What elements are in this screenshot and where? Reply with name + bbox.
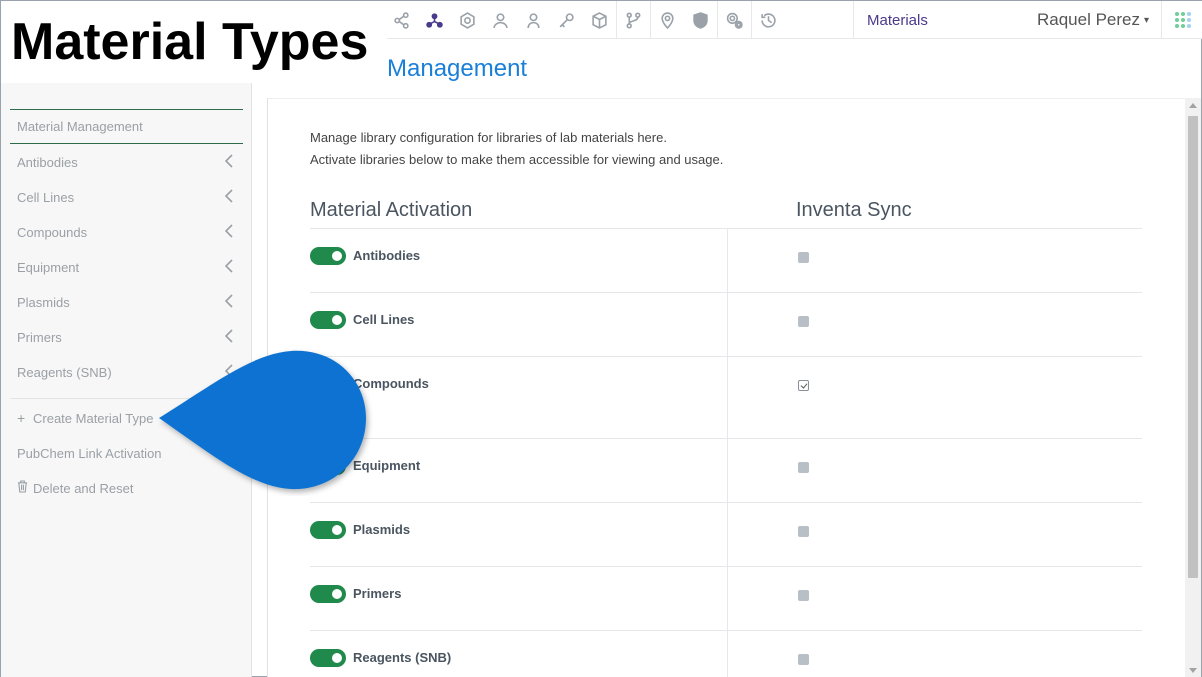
chevron-left-icon: [224, 329, 233, 343]
shield-icon[interactable]: [684, 1, 717, 39]
cube-icon[interactable]: [583, 1, 616, 39]
hexagon-icon[interactable]: [451, 1, 484, 39]
material-row: Reagents (SNB): [310, 631, 1142, 677]
sidebar-item-cell-lines[interactable]: Cell Lines: [10, 180, 243, 214]
activation-toggle[interactable]: [310, 247, 346, 265]
chevron-left-icon: [224, 189, 233, 203]
material-label: Plasmids: [353, 522, 411, 537]
material-label: Cell Lines: [353, 312, 415, 327]
material-row: Cell Lines: [310, 293, 1142, 357]
grid-icon: [1174, 12, 1191, 28]
material-row: Antibodies: [310, 229, 1142, 293]
network-icon[interactable]: [418, 1, 451, 39]
vertical-scrollbar[interactable]: [1185, 98, 1201, 677]
branch-icon[interactable]: [617, 1, 650, 39]
user-menu[interactable]: Raquel Perez ▾: [1037, 1, 1149, 39]
sidebar-item-equipment[interactable]: Equipment: [10, 250, 243, 284]
material-label: Primers: [353, 586, 402, 601]
material-row: Equipment: [310, 439, 1142, 503]
column-divider: [727, 439, 728, 502]
chevron-left-icon: [224, 224, 233, 238]
column-divider: [727, 631, 728, 677]
sidebar-item-label: Cell Lines: [17, 189, 75, 205]
main-content: Manage library configuration for librari…: [267, 98, 1185, 677]
user-icon[interactable]: [517, 1, 550, 39]
key-icon[interactable]: [550, 1, 583, 39]
column-divider: [727, 229, 728, 292]
location-pin-icon[interactable]: [651, 1, 684, 39]
sidebar-item-label: Equipment: [17, 259, 80, 275]
plus-icon: +: [17, 410, 26, 426]
column-divider: [727, 357, 728, 438]
material-row: Primers: [310, 567, 1142, 631]
material-row: Compounds: [310, 357, 1142, 439]
sync-checkbox[interactable]: [798, 526, 809, 537]
action-label: Delete and Reset: [33, 480, 134, 496]
activation-toggle[interactable]: [310, 649, 346, 667]
toolbar-icons: [385, 1, 785, 39]
sync-checkbox[interactable]: [798, 380, 809, 391]
sidebar-item-label: Reagents (SNB): [17, 364, 112, 380]
gear-icon[interactable]: [718, 1, 751, 39]
sidebar-item-antibodies[interactable]: Antibodies: [10, 145, 243, 179]
share-icon[interactable]: [385, 1, 418, 39]
overlay-title: Material Types: [1, 1, 387, 83]
sidebar-item-compounds[interactable]: Compounds: [10, 215, 243, 249]
activation-toggle[interactable]: [310, 585, 346, 603]
page-title: Management: [387, 55, 528, 82]
column-divider: [727, 567, 728, 630]
sidebar-item-label: Plasmids: [17, 294, 70, 310]
scroll-up-arrow-icon[interactable]: [1189, 103, 1197, 108]
callout-pointer-icon: [159, 350, 366, 490]
column-header-activation: Material Activation: [310, 199, 473, 221]
users-icon[interactable]: [484, 1, 517, 39]
sidebar-item-label: Primers: [17, 329, 62, 345]
nav-section-materials[interactable]: Materials: [853, 1, 1013, 39]
material-label: Antibodies: [353, 248, 421, 263]
sync-checkbox[interactable]: [798, 590, 809, 601]
sidebar-header-material-management[interactable]: Material Management: [10, 110, 243, 144]
activation-toggle[interactable]: [310, 311, 346, 329]
action-label: Create Material Type: [33, 410, 154, 426]
sidebar-item-plasmids[interactable]: Plasmids: [10, 285, 243, 319]
column-divider: [727, 503, 728, 566]
chevron-left-icon: [224, 259, 233, 273]
scrollbar-thumb[interactable]: [1188, 116, 1198, 578]
user-name: Raquel Perez: [1037, 10, 1141, 29]
column-header-sync: Inventa Sync: [796, 199, 912, 221]
scroll-down-arrow-icon[interactable]: [1189, 668, 1197, 673]
trash-icon: [17, 480, 30, 496]
column-divider: [727, 293, 728, 356]
material-row: Plasmids: [310, 503, 1142, 567]
history-icon[interactable]: [752, 1, 785, 39]
description-line: Activate libraries below to make them ac…: [310, 152, 724, 167]
sync-checkbox[interactable]: [798, 654, 809, 665]
action-label: PubChem Link Activation: [17, 445, 162, 461]
chevron-left-icon: [224, 294, 233, 308]
sync-checkbox[interactable]: [798, 252, 809, 263]
caret-down-icon: ▾: [1144, 14, 1150, 26]
sidebar-item-label: Antibodies: [17, 154, 78, 170]
chevron-left-icon: [224, 154, 233, 168]
sidebar-item-label: Compounds: [17, 224, 88, 240]
sync-checkbox[interactable]: [798, 316, 809, 327]
sidebar-divider: [10, 109, 243, 110]
app-grid-button[interactable]: [1161, 1, 1202, 39]
sync-checkbox[interactable]: [798, 462, 809, 473]
material-label: Reagents (SNB): [353, 650, 452, 665]
activation-toggle[interactable]: [310, 521, 346, 539]
description-line: Manage library configuration for librari…: [310, 130, 667, 145]
